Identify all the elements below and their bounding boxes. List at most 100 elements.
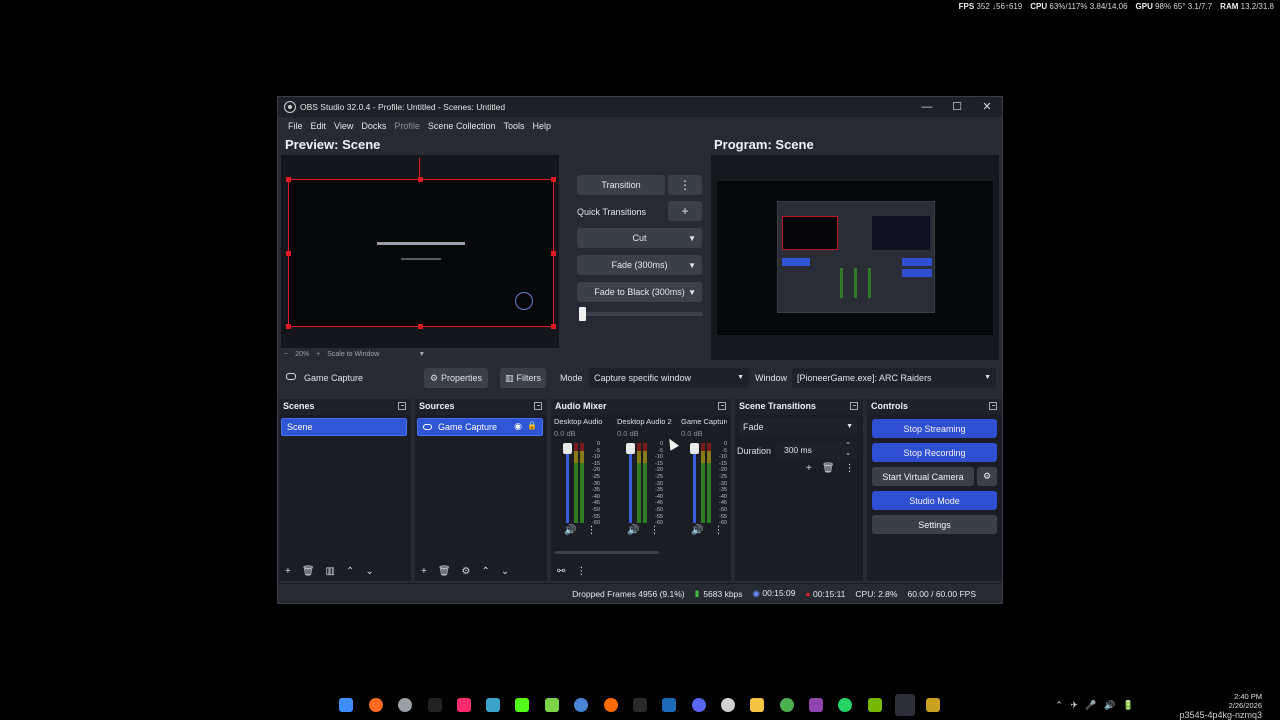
resize-handle[interactable] [551, 251, 556, 256]
tiktok-studio-icon[interactable] [457, 698, 471, 712]
advanced-audio-icon[interactable]: ⚯ [557, 566, 565, 577]
trash-icon[interactable]: 🗑 [822, 463, 835, 474]
menu-view[interactable]: View [330, 121, 357, 131]
scene-item[interactable]: Scene [281, 418, 407, 436]
undock-icon[interactable] [534, 402, 542, 410]
trash-icon[interactable]: 🗑 [438, 566, 451, 577]
steam-icon[interactable] [662, 698, 676, 712]
settings-button[interactable]: Settings [872, 515, 997, 534]
resize-handle[interactable] [286, 324, 291, 329]
volume-slider-knob[interactable] [626, 443, 635, 454]
volume-slider[interactable] [563, 443, 572, 523]
app-icon[interactable] [486, 698, 500, 712]
zoom-out-button[interactable]: − [284, 351, 288, 358]
window-select[interactable]: [PioneerGame.exe]: ARC Raiders ▼ [792, 368, 996, 388]
undock-icon[interactable] [718, 402, 726, 410]
obs-icon[interactable] [398, 698, 412, 712]
app-icon[interactable] [809, 698, 823, 712]
volume-slider[interactable] [626, 443, 635, 523]
resize-handle[interactable] [551, 324, 556, 329]
menu-tools[interactable]: Tools [499, 121, 528, 131]
kebab-menu-icon[interactable]: ⋮ [845, 463, 855, 474]
app-icon[interactable] [926, 698, 940, 712]
kebab-menu-icon[interactable]: ⋮ [576, 566, 586, 577]
transition-button[interactable]: Transition [577, 175, 665, 195]
move-down-button[interactable]: ⌄ [501, 566, 509, 577]
firefox-icon[interactable] [604, 698, 618, 712]
menu-docks[interactable]: Docks [357, 121, 390, 131]
stop-recording-button[interactable]: Stop Recording [872, 443, 997, 462]
undock-icon[interactable] [398, 402, 406, 410]
transition-select[interactable]: Fade ▼ [738, 418, 858, 436]
stop-streaming-button[interactable]: Stop Streaming [872, 419, 997, 438]
resize-handle[interactable] [551, 177, 556, 182]
preview-canvas[interactable] [281, 155, 559, 348]
discord-icon[interactable] [692, 698, 706, 712]
menu-scene-collection[interactable]: Scene Collection [424, 121, 500, 131]
speaker-icon[interactable]: 🔊 [691, 525, 703, 536]
steam-active-icon[interactable] [895, 694, 915, 716]
volume-slider[interactable] [690, 443, 699, 523]
quick-transition-fade-to-black[interactable]: Fade to Black (300ms) ▼ [577, 282, 702, 302]
volume-slider-knob[interactable] [690, 443, 699, 454]
menu-profile[interactable]: Profile [390, 121, 424, 131]
start-virtual-camera-button[interactable]: Start Virtual Camera [872, 467, 974, 486]
studio-mode-button[interactable]: Studio Mode [872, 491, 997, 510]
move-up-button[interactable]: ⌃ [482, 566, 490, 577]
menu-file[interactable]: File [284, 121, 307, 131]
nvidia-icon[interactable] [868, 698, 882, 712]
chevron-down-icon[interactable]: ▼ [688, 261, 696, 270]
tiktok-icon[interactable] [428, 698, 442, 712]
app-icon[interactable] [574, 698, 588, 712]
gear-icon[interactable]: ⚙ [462, 566, 471, 577]
chevron-down-icon[interactable]: ▼ [688, 234, 696, 243]
zoom-in-button[interactable]: + [316, 351, 320, 358]
resize-handle[interactable] [286, 251, 291, 256]
close-button[interactable]: ✕ [972, 97, 1002, 117]
speaker-icon[interactable]: 🔊 [564, 525, 576, 536]
tray-icons[interactable]: ⌃ ✈ 🎤 🔊 🔋 [1055, 700, 1134, 711]
menu-edit[interactable]: Edit [307, 121, 331, 131]
resize-handle[interactable] [286, 177, 291, 182]
speaker-icon[interactable]: 🔊 [627, 525, 639, 536]
minimize-button[interactable]: — [912, 97, 942, 117]
chevron-down-icon[interactable]: ▼ [418, 351, 425, 358]
kebab-menu-icon[interactable]: ⋮ [649, 525, 659, 536]
move-up-button[interactable]: ⌃ [346, 566, 354, 577]
resize-handle[interactable] [418, 324, 423, 329]
app-icon[interactable] [721, 698, 735, 712]
virtual-camera-settings-button[interactable]: ⚙ [977, 467, 997, 486]
title-bar[interactable]: OBS Studio 32.0.4 - Profile: Untitled - … [278, 97, 1002, 117]
add-transition-button[interactable]: + [806, 463, 812, 474]
source-item[interactable]: Game Capture ◉ 🔒 [417, 418, 543, 436]
tbar-handle[interactable] [579, 307, 586, 321]
duration-spinbox[interactable]: 300 ms ⌃ ⌄ [775, 441, 857, 459]
maximize-button[interactable]: ☐ [942, 97, 972, 117]
resize-handle[interactable] [418, 177, 423, 182]
kebab-menu-icon[interactable]: ⋮ [713, 525, 723, 536]
mixer-scrollbar[interactable] [555, 551, 659, 554]
undock-icon[interactable] [850, 402, 858, 410]
add-scene-button[interactable]: + [285, 566, 291, 577]
whatsapp-icon[interactable] [838, 698, 852, 712]
quick-transition-cut[interactable]: Cut ▼ [577, 228, 702, 248]
chrome-icon[interactable] [780, 698, 794, 712]
volume-slider-knob[interactable] [563, 443, 572, 454]
menu-help[interactable]: Help [528, 121, 555, 131]
undock-icon[interactable] [989, 402, 997, 410]
kick-icon[interactable] [515, 698, 529, 712]
trash-icon[interactable]: 🗑 [302, 566, 315, 577]
microphone-icon[interactable] [369, 698, 383, 712]
eye-icon[interactable]: ◉ [514, 421, 522, 432]
add-quick-transition-button[interactable]: + [668, 201, 702, 221]
spin-arrows-icon[interactable]: ⌃ ⌄ [845, 442, 851, 458]
scale-mode-select[interactable]: Scale to Window [327, 351, 379, 358]
windows-start-icon[interactable] [339, 698, 353, 712]
add-source-button[interactable]: + [421, 566, 427, 577]
filters-button[interactable]: ▥ Filters [500, 368, 546, 388]
kebab-menu-icon[interactable]: ⋮ [586, 525, 596, 536]
clock-time[interactable]: 2:40 PM [1179, 692, 1262, 701]
preview-source-bounds[interactable] [286, 158, 556, 329]
tbar-track[interactable] [579, 307, 703, 321]
lock-icon[interactable]: 🔒 [527, 421, 537, 430]
